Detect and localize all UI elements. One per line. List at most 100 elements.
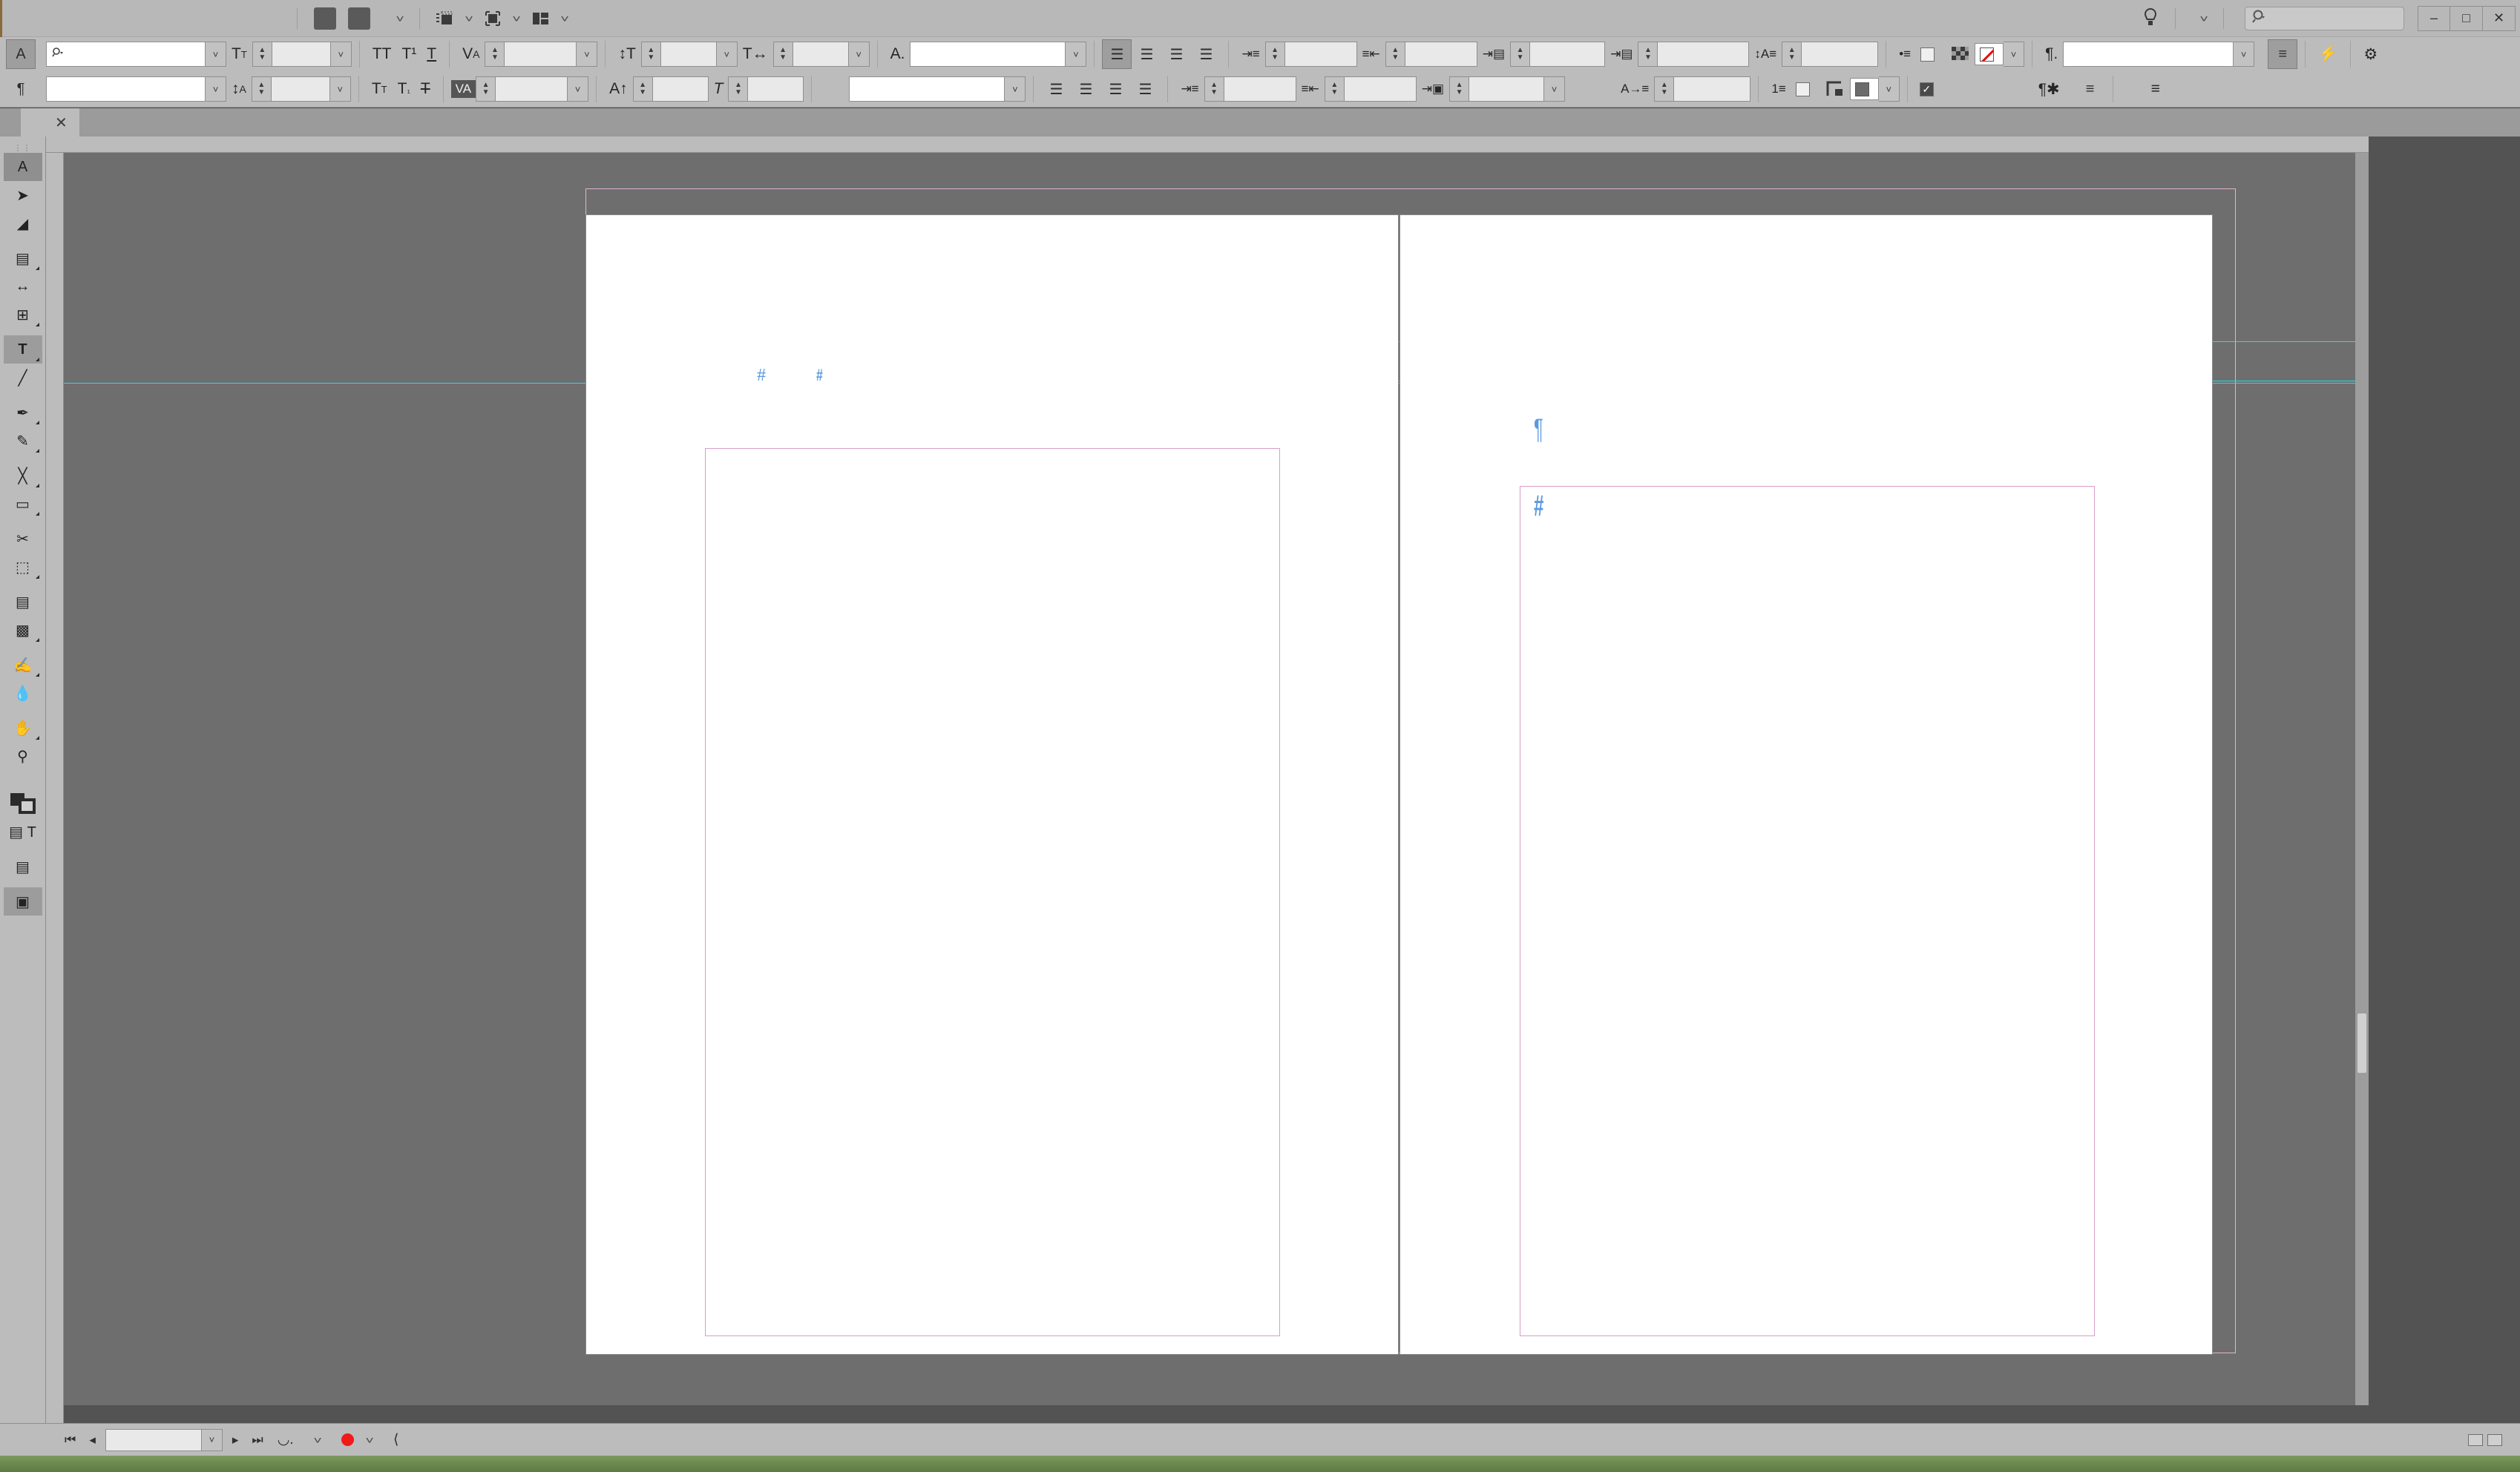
menu-object[interactable] bbox=[153, 16, 180, 22]
align-right-icon[interactable]: ☰ bbox=[1161, 39, 1191, 69]
horizontal-scale-stepper[interactable]: ▲ ▼ bbox=[772, 42, 793, 68]
hand-tool[interactable]: ✋ bbox=[4, 714, 42, 742]
kerning-stepper[interactable]: ▲ ▼ bbox=[485, 42, 505, 68]
superscript-icon[interactable]: T¹ bbox=[396, 45, 421, 63]
fill-swatch-chevron-down-icon[interactable]: ˅ bbox=[2004, 42, 2025, 68]
last-line-indent-stepper[interactable]: ▲ ▼ bbox=[1324, 76, 1344, 102]
space-after-input[interactable] bbox=[1343, 76, 1417, 102]
page-tool[interactable]: ▤ bbox=[4, 244, 42, 272]
paragraph-style-value[interactable] bbox=[2063, 42, 2234, 68]
arrange-documents-chevron-down-icon[interactable]: ˅ bbox=[552, 13, 577, 24]
tools-panel-grip[interactable]: ⋮⋮ bbox=[0, 142, 45, 153]
pen-tool[interactable]: ✒ bbox=[4, 398, 42, 427]
font-style-value[interactable] bbox=[46, 76, 206, 102]
menu-table[interactable] bbox=[180, 16, 206, 22]
stock-button[interactable] bbox=[348, 7, 370, 30]
stroke-swatch-chevron-down-icon[interactable]: ˅ bbox=[1878, 76, 1900, 102]
left-indent-input[interactable] bbox=[1284, 42, 1357, 68]
justify-left-icon[interactable]: ☰ bbox=[1191, 39, 1221, 69]
skew-input[interactable] bbox=[747, 76, 804, 102]
line-tool[interactable]: ╱ bbox=[4, 364, 42, 392]
paragraph-formatting-icon[interactable]: ¶ bbox=[6, 74, 36, 104]
drop-cap-lines-input[interactable] bbox=[1801, 42, 1879, 68]
vertical-ruler[interactable] bbox=[46, 153, 64, 1426]
border-checkbox[interactable] bbox=[1791, 82, 1820, 96]
no-break-icon[interactable]: ¶✱ bbox=[2033, 80, 2065, 99]
selection-tool[interactable]: ➤ bbox=[4, 181, 42, 209]
master-page-icon[interactable]: ◡. bbox=[270, 1431, 301, 1448]
content-collector-tool[interactable]: ⊞ bbox=[4, 300, 42, 329]
shading-checkbox[interactable] bbox=[1916, 47, 1945, 62]
strikethrough-icon[interactable]: T bbox=[416, 80, 436, 98]
gradient-feather-tool[interactable]: ▩ bbox=[4, 616, 42, 644]
leading-stepper[interactable]: ▲ ▼ bbox=[251, 76, 271, 102]
align-left-icon[interactable]: ☰ bbox=[1102, 39, 1132, 70]
small-caps-icon[interactable]: TT bbox=[367, 80, 393, 98]
last-page-icon[interactable]: ⏭ bbox=[245, 1433, 269, 1448]
vertical-scale-input[interactable] bbox=[660, 42, 717, 68]
paragraph-style-chevron-down-icon[interactable]: ˅ bbox=[2234, 42, 2255, 68]
zoom-tool[interactable]: ⚲ bbox=[4, 742, 42, 770]
horizontal-scale-chevron-down-icon[interactable]: ˅ bbox=[848, 42, 870, 68]
left-indent-stepper[interactable]: ▲ ▼ bbox=[1264, 42, 1284, 68]
baseline-shift-stepper[interactable]: ▲ ▼ bbox=[632, 76, 652, 102]
display-performance-chevron-down-icon[interactable]: ˅ bbox=[505, 13, 530, 24]
close-icon[interactable]: ✕ bbox=[55, 114, 68, 132]
space-before-input[interactable] bbox=[1529, 42, 1606, 68]
maximize-button[interactable]: □ bbox=[2450, 5, 2483, 31]
eyedropper-tool[interactable]: 💧 bbox=[4, 679, 42, 707]
align-center-icon[interactable]: ☰ bbox=[1132, 39, 1161, 69]
view-mode-2-icon[interactable] bbox=[2487, 1433, 2502, 1446]
single-line-composer-icon[interactable]: ≡ bbox=[2076, 74, 2105, 104]
vertical-scale-chevron-down-icon[interactable]: ˅ bbox=[716, 42, 738, 68]
drop-cap-chars-input[interactable] bbox=[1673, 76, 1751, 102]
leading-input[interactable] bbox=[270, 76, 330, 102]
adobe-stock-search[interactable] bbox=[2245, 6, 2404, 30]
character-style-value[interactable] bbox=[910, 42, 1066, 68]
justify-center-last-icon[interactable]: ☰ bbox=[1071, 74, 1100, 104]
preflight-profile[interactable]: ˅ bbox=[301, 1434, 334, 1446]
horizontal-scale-input[interactable] bbox=[792, 42, 849, 68]
vertical-scrollbar-thumb[interactable] bbox=[2357, 1013, 2366, 1073]
menu-file[interactable] bbox=[46, 16, 73, 22]
tab-indent-input[interactable] bbox=[1657, 42, 1750, 68]
hamburger-icon[interactable]: ≡ bbox=[2146, 80, 2165, 98]
tool-type-active-indicator[interactable]: A bbox=[3, 153, 42, 181]
first-page-icon[interactable]: ⏮ bbox=[58, 1433, 82, 1448]
note-tool[interactable]: ✍ bbox=[4, 651, 42, 679]
align-to-grid-chevron-down-icon[interactable]: ˅ bbox=[1544, 76, 1566, 102]
numbered-list-icon[interactable]: 1≡ bbox=[1766, 82, 1791, 96]
direct-selection-tool[interactable]: ◢ bbox=[4, 209, 42, 237]
tracking-input[interactable] bbox=[495, 76, 568, 102]
kerning-input[interactable] bbox=[504, 42, 577, 68]
menu-window[interactable] bbox=[233, 16, 260, 22]
first-line-indent-stepper[interactable]: ▲ ▼ bbox=[1204, 76, 1224, 102]
document-tab[interactable]: ✕ bbox=[21, 108, 79, 137]
kerning-chevron-down-icon[interactable]: ˅ bbox=[577, 42, 598, 68]
swatches-grid-icon[interactable] bbox=[1945, 45, 1975, 63]
gradient-swatch-tool[interactable]: ▤ bbox=[4, 588, 42, 616]
menu-view[interactable] bbox=[206, 16, 233, 22]
force-justify-icon[interactable]: ☰ bbox=[1130, 74, 1160, 104]
horizontal-ruler[interactable] bbox=[46, 137, 2369, 153]
rectangle-tool[interactable]: ▭ bbox=[4, 490, 42, 518]
view-mode-1-icon[interactable] bbox=[2468, 1433, 2483, 1446]
paragraph-composer-icon[interactable]: ≡ bbox=[2268, 39, 2298, 70]
lightning-icon[interactable]: ⚡ bbox=[2313, 45, 2343, 63]
page-number-field[interactable]: ˅ bbox=[105, 1428, 223, 1451]
formatting-affects-container[interactable]: ▤ T bbox=[4, 818, 42, 846]
align-to-grid-stepper[interactable]: ▲ ▼ bbox=[1449, 76, 1469, 102]
error-status-chevron-down-icon[interactable]: ˅ bbox=[357, 1434, 382, 1446]
type-tool[interactable]: T bbox=[3, 335, 42, 364]
vertical-scale-stepper[interactable]: ▲ ▼ bbox=[640, 42, 660, 68]
status-badge[interactable]: ˅ bbox=[334, 1433, 386, 1446]
right-indent-input[interactable] bbox=[1404, 42, 1477, 68]
font-family-chevron-down-icon[interactable]: ˅ bbox=[206, 42, 226, 68]
stroke-swatch[interactable] bbox=[1849, 78, 1879, 101]
drop-cap-chars-stepper[interactable]: ▲ ▼ bbox=[1654, 76, 1674, 102]
apply-none-icon[interactable]: ▤ bbox=[4, 852, 42, 881]
prev-page-icon[interactable]: ◂ bbox=[82, 1433, 102, 1448]
language-value[interactable] bbox=[849, 76, 1005, 102]
preflight-profile-chevron-down-icon[interactable]: ˅ bbox=[305, 1434, 330, 1446]
pencil-tool[interactable]: ✎ bbox=[4, 427, 42, 455]
